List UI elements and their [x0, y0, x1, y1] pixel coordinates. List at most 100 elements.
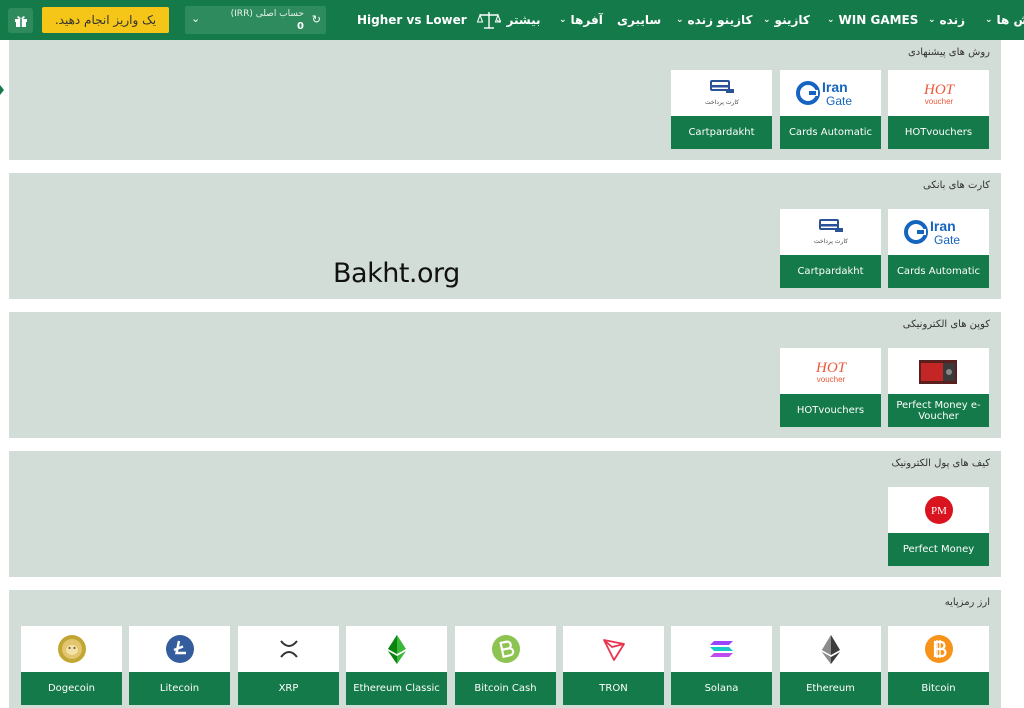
section-title: روش های پیشنهادی — [907, 47, 990, 58]
payment-card-perfect-money-voucher[interactable]: Perfect Money e-Voucher — [888, 348, 989, 427]
nav-label: آفرها — [570, 13, 603, 27]
nav-label: ش ها — [996, 13, 1024, 27]
nav-label: کازینو — [774, 13, 810, 27]
nav-casino[interactable]: ⌄ کازینو — [763, 0, 810, 40]
payment-card-bitcoin-cash[interactable]: Bitcoin Cash — [455, 626, 556, 705]
payment-card-bitcoin[interactable]: Bitcoin — [888, 626, 989, 705]
chevron-down-icon: ⌄ — [763, 15, 771, 25]
svg-text:voucher: voucher — [924, 97, 953, 106]
cartpardakht-logo: کارت پرداخت — [780, 209, 881, 254]
irangate-logo: Iran Gate — [888, 209, 989, 254]
hotvoucher-logo: HOT voucher — [888, 70, 989, 115]
svg-text:HOT: HOT — [814, 360, 847, 376]
nav-live[interactable]: ⌄ زنده — [928, 0, 965, 40]
payment-card-label: Cards Automatic — [780, 116, 881, 149]
payment-card-cartpardakht[interactable]: کارت پرداخت Cartpardakht — [671, 70, 772, 149]
payment-card-hotvouchers[interactable]: HOT voucher HOTvouchers — [780, 348, 881, 427]
chevron-down-icon: ⌄ — [495, 15, 503, 25]
chevron-down-icon: ⌄ — [191, 12, 201, 25]
payment-card-cards-automatic[interactable]: Iran Gate Cards Automatic — [888, 209, 989, 288]
payment-card-ethereum-classic[interactable]: Ethereum Classic — [346, 626, 447, 705]
perfect-money-logo: PM — [888, 487, 989, 532]
nav-label: کازینو زنده — [687, 13, 753, 27]
ethereum-classic-icon — [346, 626, 447, 671]
bitcoin-cash-icon — [455, 626, 556, 671]
payment-card-dogecoin[interactable]: Dogecoin — [21, 626, 122, 705]
nav-live-casino[interactable]: ⌄ کازینو زنده — [676, 0, 752, 40]
payment-card-label: TRON — [563, 672, 664, 705]
section-title: ارز رمزپایه — [944, 597, 990, 608]
nav-win-games[interactable]: ⌄ WIN GAMES — [827, 0, 918, 40]
payment-card-xrp[interactable]: XRP — [238, 626, 339, 705]
payment-card-cartpardakht[interactable]: کارت پرداخت Cartpardakht — [780, 209, 881, 288]
cartpardakht-logo: کارت پرداخت — [671, 70, 772, 115]
litecoin-icon — [129, 626, 230, 671]
svg-text:Gate: Gate — [934, 233, 960, 247]
payment-card-perfect-money[interactable]: PM Perfect Money — [888, 487, 989, 566]
nav-label: WIN GAMES — [838, 13, 919, 27]
hotvoucher-logo: HOT voucher — [780, 348, 881, 393]
svg-text:voucher: voucher — [816, 375, 845, 384]
nav-label: زنده — [939, 13, 965, 27]
payment-card-label: Ethereum — [780, 672, 881, 705]
payment-card-litecoin[interactable]: Litecoin — [129, 626, 230, 705]
payment-card-label: Cartpardakht — [671, 116, 772, 149]
carousel-arrow-icon[interactable] — [0, 85, 4, 95]
payment-card-hotvouchers[interactable]: HOT voucher HOTvouchers — [888, 70, 989, 149]
refresh-icon[interactable]: ↻ — [312, 13, 321, 26]
svg-text:HOT: HOT — [922, 82, 955, 98]
nav-label: سایبری — [617, 13, 662, 27]
section-suggested: روش های پیشنهادی HOT voucher HOTvouchers… — [9, 40, 1001, 160]
section-title: کارت های بانکی — [922, 180, 990, 191]
payment-card-cards-automatic[interactable]: Iran Gate Cards Automatic — [780, 70, 881, 149]
svg-text:Iran: Iran — [822, 79, 848, 95]
section-title: کیف های پول الکترونیک — [891, 458, 991, 469]
payment-card-label: Perfect Money — [888, 533, 989, 566]
svg-text:PM: PM — [931, 505, 947, 517]
payment-card-label: Cards Automatic — [888, 255, 989, 288]
payment-card-label: Solana — [671, 672, 772, 705]
account-selector[interactable]: ⌄ حساب اصلی (IRR) 0 ↻ — [185, 6, 326, 34]
payment-card-label: Dogecoin — [21, 672, 122, 705]
nav-cyber[interactable]: سایبری — [617, 0, 661, 40]
dogecoin-icon — [21, 626, 122, 671]
top-navbar: یک واریز انجام دهید. ⌄ حساب اصلی (IRR) 0… — [0, 0, 1024, 40]
xrp-icon — [238, 626, 339, 671]
payment-card-label: Bitcoin Cash — [455, 672, 556, 705]
payment-card-ethereum[interactable]: Ethereum — [780, 626, 881, 705]
nav-higher-lower[interactable]: Higher vs Lower — [357, 0, 501, 40]
payment-card-label: Cartpardakht — [780, 255, 881, 288]
section-title: کوپن های الکترونیکی — [902, 319, 990, 330]
payment-card-tron[interactable]: TRON — [563, 626, 664, 705]
solana-icon — [671, 626, 772, 671]
svg-text:کارت پرداخت: کارت پرداخت — [813, 238, 847, 245]
gift-button[interactable] — [8, 8, 33, 33]
nav-label: بیشتر — [506, 13, 541, 27]
bitcoin-icon — [888, 626, 989, 671]
nav-offers[interactable]: ⌄ آفرها — [559, 0, 603, 40]
nav-more[interactable]: ⌄ بیشتر — [495, 0, 541, 40]
gift-icon — [14, 15, 27, 27]
chevron-down-icon: ⌄ — [676, 15, 684, 25]
chevron-down-icon: ⌄ — [928, 15, 936, 25]
section-crypto: ارز رمزپایه Bitcoin Ethereum Solana TRON — [9, 590, 1001, 708]
svg-text:Gate: Gate — [826, 94, 852, 108]
payment-card-label: Ethereum Classic — [346, 672, 447, 705]
section-e-vouchers: کوپن های الکترونیکی Perfect Money e-Vouc… — [9, 312, 1001, 438]
nav-sports[interactable]: ⌄ ش ها — [985, 0, 1024, 40]
payment-card-solana[interactable]: Solana — [671, 626, 772, 705]
payment-card-label: Litecoin — [129, 672, 230, 705]
payment-card-label: XRP — [238, 672, 339, 705]
ethereum-icon — [780, 626, 881, 671]
account-label: حساب اصلی (IRR) — [230, 9, 304, 19]
deposit-button[interactable]: یک واریز انجام دهید. — [42, 7, 169, 33]
payment-card-label: HOTvouchers — [888, 116, 989, 149]
payment-card-label: HOTvouchers — [780, 394, 881, 427]
watermark-text: Bakht.org — [333, 258, 460, 289]
svg-text:کارت پرداخت: کارت پرداخت — [704, 99, 738, 106]
section-e-wallets: کیف های پول الکترونیک PM Perfect Money — [9, 451, 1001, 577]
tron-icon — [563, 626, 664, 671]
chevron-down-icon: ⌄ — [559, 15, 567, 25]
perfect-money-voucher-logo — [888, 348, 989, 393]
section-bank-cards: کارت های بانکی Iran Gate Cards Automatic… — [9, 173, 1001, 299]
